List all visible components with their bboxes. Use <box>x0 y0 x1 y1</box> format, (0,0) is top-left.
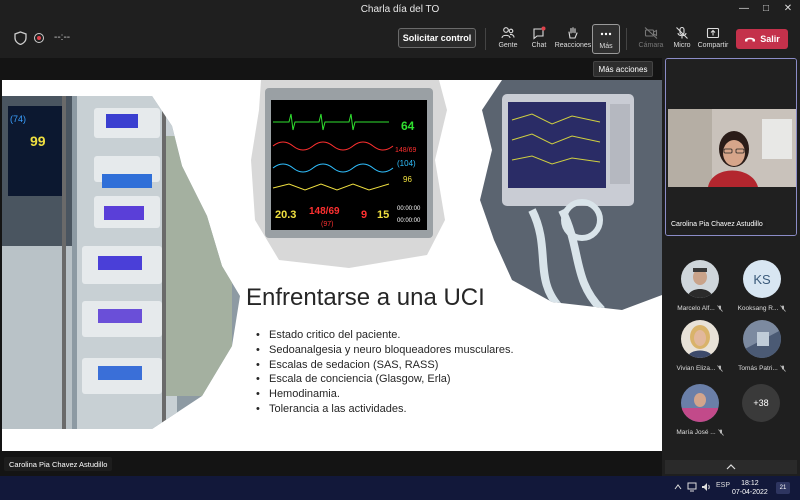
mic-label: Micro <box>673 42 691 49</box>
mic-button[interactable]: Micro <box>665 24 699 54</box>
monitor-bottom-4: 9 <box>361 209 367 221</box>
participant-tile[interactable]: KS Kooksang R... <box>731 260 793 320</box>
monitor-time-1: 00:00:00 <box>397 206 421 212</box>
ventilator-photo <box>480 80 662 310</box>
participant-tile[interactable]: Vivian Eliza... <box>669 320 731 380</box>
taskbar-clock[interactable]: 18:12 07-04-2022 <box>732 479 768 497</box>
slide-bullet: Sedoanalgesia y neuro bloqueadores muscu… <box>256 343 514 358</box>
meeting-toolbar: --:-- Solicitar control Gente Chat Reacc… <box>0 20 800 58</box>
monitor-spo2: 96 <box>403 175 412 184</box>
request-control-button[interactable]: Solicitar control <box>398 28 476 48</box>
teams-meeting-window: Charla día del TO — □ ✕ --:-- Solicitar … <box>0 0 800 500</box>
chat-label: Chat <box>531 42 547 49</box>
presenter-video-tile[interactable] <box>665 58 797 236</box>
participant-tile[interactable]: María José ... <box>669 384 731 444</box>
slide-bullet-list: Estado critico del paciente. Sedoanalges… <box>256 328 514 417</box>
more-participants-button[interactable]: +38 <box>742 384 780 422</box>
monitor-bottom-5: 15 <box>377 209 389 221</box>
input-language[interactable]: ESP <box>716 482 730 489</box>
leave-button[interactable]: Salir <box>736 29 788 49</box>
more-actions-button[interactable]: Más <box>592 24 620 54</box>
monitor-bp: 148/69 <box>395 147 417 154</box>
slide-title: Enfrentarse a una UCI <box>246 284 485 311</box>
more-dots-icon <box>600 32 612 36</box>
infusion-pumps-photo: (74) 99 <box>2 96 240 429</box>
more-actions-tooltip: Más acciones <box>593 61 653 77</box>
minimize-button[interactable]: — <box>734 3 754 14</box>
avatar <box>681 260 719 298</box>
people-button[interactable]: Gente <box>491 24 525 54</box>
participant-name: Marcelo Alf... <box>669 305 731 312</box>
slide-bullet: Hemodinamia. <box>256 387 514 402</box>
monitor-bottom-1: 20.3 <box>275 209 296 221</box>
presenter-video-name: Carolina Pia Chavez Astudillo <box>668 220 766 229</box>
notification-center-badge[interactable]: 21 <box>776 482 790 494</box>
reactions-label: Reacciones <box>554 42 592 49</box>
monitor-bottom-3: (97) <box>321 221 333 228</box>
participant-name: Kooksang R... <box>731 305 793 312</box>
slide-bullet: Escalas de sedacion (SAS, RASS) <box>256 358 514 373</box>
meeting-timer: --:-- <box>54 32 71 43</box>
chat-button[interactable]: Chat <box>522 24 556 54</box>
hand-icon <box>568 27 578 39</box>
participant-name: Tomás Patri... <box>731 365 793 372</box>
mic-muted-icon <box>717 429 724 436</box>
reactions-button[interactable]: Reacciones <box>554 24 592 54</box>
network-icon[interactable] <box>687 482 697 492</box>
volume-icon[interactable] <box>701 482 711 492</box>
mic-muted-icon <box>716 305 723 312</box>
mic-muted-icon <box>717 365 724 372</box>
slide-bullet: Tolerancia a las actividades. <box>256 402 514 417</box>
monitor-bottom-2: 148/69 <box>309 206 340 217</box>
monitor-time-2: 00:00:00 <box>397 218 421 224</box>
monitor-hr: 64 <box>401 119 415 133</box>
participant-tile[interactable]: Marcelo Alf... <box>669 260 731 320</box>
monitor-reading-left-big: 99 <box>30 133 46 149</box>
share-tray-icon <box>706 27 720 39</box>
slide-bullet: Escala de conciencia (Glasgow, Erla) <box>256 372 514 387</box>
avatar <box>681 320 719 358</box>
avatar <box>743 320 781 358</box>
participant-name: María José ... <box>669 429 731 436</box>
clock-time: 18:12 <box>741 480 759 487</box>
title-bar: Charla día del TO — □ ✕ <box>0 0 800 20</box>
people-label: Gente <box>498 42 518 49</box>
presenter-video <box>666 59 796 235</box>
share-label: Compartir <box>697 42 729 49</box>
participant-tile[interactable]: Tomás Patri... <box>731 320 793 380</box>
people-icon <box>501 27 515 39</box>
windows-taskbar: ESP 18:12 07-04-2022 21 <box>0 476 800 500</box>
camera-button[interactable]: Cámara <box>634 24 668 54</box>
monitor-map: (104) <box>397 159 416 168</box>
recording-icon <box>34 33 44 43</box>
close-button[interactable]: ✕ <box>778 3 798 14</box>
share-button[interactable]: Compartir <box>696 24 730 54</box>
leave-label: Salir <box>760 34 780 44</box>
presenter-name-tag: Carolina Pia Chavez Astudillo <box>4 457 113 471</box>
more-label: Más <box>599 43 613 50</box>
slide-bullet: Estado critico del paciente. <box>256 328 514 343</box>
collapse-gallery-button[interactable] <box>665 460 797 474</box>
participant-name: Vivian Eliza... <box>669 365 731 372</box>
toolbar-divider <box>485 28 486 50</box>
chat-icon <box>533 26 546 40</box>
monitor-reading-left-top: (74) <box>10 114 26 124</box>
tray-chevron-icon[interactable] <box>674 484 682 490</box>
patient-monitor-photo: 64 148/69 (104) 96 20.3 148/69 (97) 9 15… <box>251 80 447 268</box>
clock-date: 07-04-2022 <box>732 489 768 496</box>
hangup-phone-icon <box>745 37 756 42</box>
mic-muted-icon <box>780 365 786 372</box>
avatar: KS <box>743 260 781 298</box>
window-title: Charla día del TO <box>360 4 440 15</box>
camera-label: Cámara <box>638 42 664 49</box>
avatar <box>681 384 719 422</box>
mic-off-icon <box>676 26 688 39</box>
chevron-up-icon <box>726 464 736 470</box>
camera-off-icon <box>644 27 658 39</box>
toolbar-divider <box>626 28 627 50</box>
presentation-slide: (74) 99 64 148/69 (104) 96 20.3 148/69 (… <box>2 80 662 451</box>
maximize-button[interactable]: □ <box>756 3 776 14</box>
shield-icon[interactable] <box>14 31 27 45</box>
mic-muted-icon <box>780 305 787 312</box>
